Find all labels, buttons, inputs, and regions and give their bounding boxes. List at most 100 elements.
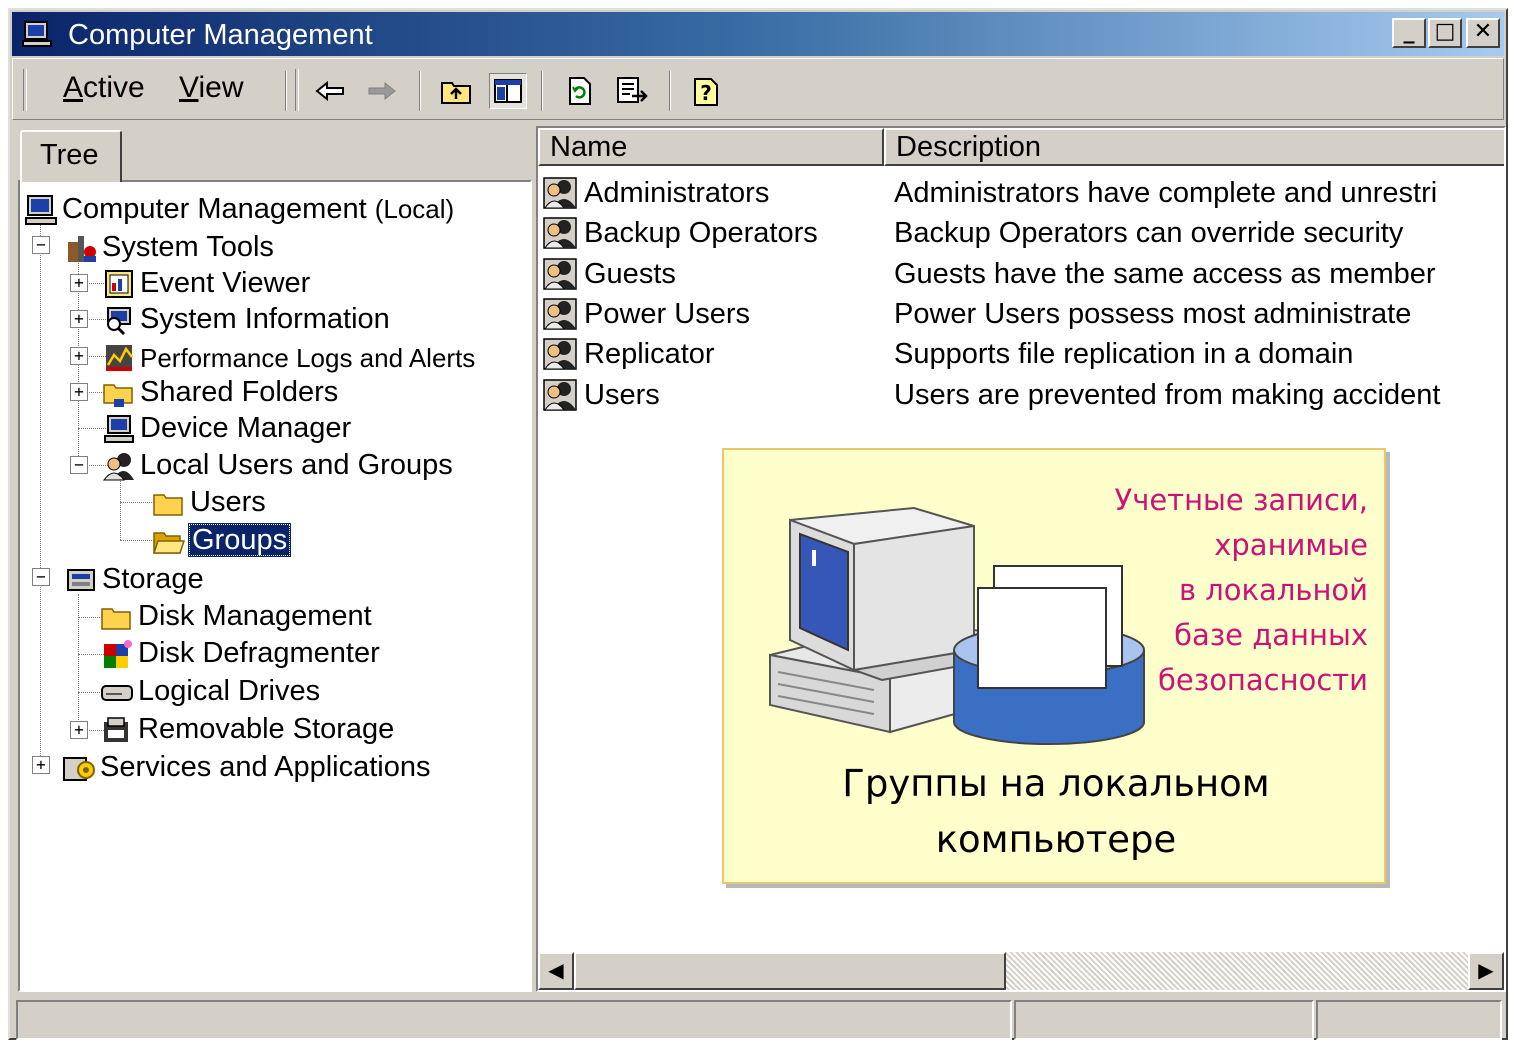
refresh-button[interactable] [561,73,599,109]
refresh-icon [569,77,591,105]
group-icon [543,217,577,249]
callout-note-line: безопасности [1158,663,1368,697]
column-header-name[interactable]: Name [538,128,884,166]
storage-icon [67,569,95,591]
back-button[interactable] [311,73,349,109]
status-bar-main [16,1000,1012,1040]
callout-caption-line: компьютере [935,818,1177,861]
services-applications-icon [63,757,95,781]
list-item[interactable]: Users Users are prevented from making acc… [538,376,1504,416]
tree-label: Computer Management (Local) [62,192,454,226]
collapse-toggle[interactable]: − [32,236,50,254]
group-name: Users [584,379,660,411]
svg-text:?: ? [700,81,712,105]
folder-icon [153,494,183,516]
toolbar-grip[interactable] [295,69,299,111]
tree-label: Disk Management [138,600,372,632]
maximize-button[interactable]: □ [1428,18,1462,48]
menu-action-rest: ctive [83,71,145,104]
tree-label-suffix: (Local) [374,194,455,224]
tree-connector [78,594,79,730]
group-description: Backup Operators can override security [894,217,1404,249]
device-manager-icon [104,415,134,443]
local-users-groups-icon [103,453,134,481]
scroll-left-button[interactable]: ◀ [538,952,574,990]
computer-icon [22,21,52,47]
list-item[interactable]: Power Users Power Users possess most admi… [538,295,1504,335]
title-bar[interactable]: Computer Management _ □ ✕ [12,12,1504,56]
menu-view[interactable]: View [179,71,243,105]
list-item[interactable]: Guests Guests have the same access as mem… [538,255,1504,295]
computer-icon [25,195,57,225]
export-list-button[interactable] [613,73,651,109]
group-name: Power Users [584,298,750,330]
open-folder-icon [152,532,186,554]
group-icon [543,338,577,370]
tree-label-selected: Groups [188,523,292,557]
callout-caption-line: Группы на локальном [842,762,1270,805]
expand-toggle[interactable]: + [70,347,88,365]
show-hide-tree-icon [494,79,522,103]
group-name: Guests [584,258,676,290]
column-header-description[interactable]: Description [884,128,1504,166]
callout-note: Учетные записи, хранимые в локальной баз… [1078,478,1368,703]
group-description: Guests have the same access as member [894,258,1436,290]
tree-label: Logical Drives [138,675,321,707]
scroll-left-arrow-icon: ◀ [548,958,564,982]
group-name: Backup Operators [584,217,818,249]
tab-tree[interactable]: Tree [20,130,122,182]
collapse-toggle[interactable]: − [32,568,50,586]
list-item[interactable]: Replicator Supports file replication in a… [538,335,1504,375]
collapse-toggle[interactable]: − [70,456,88,474]
callout-note-line: хранимые [1214,528,1368,562]
menu-action[interactable]: Active [63,71,145,105]
tree-label: Device Manager [140,412,352,444]
expand-toggle[interactable]: + [70,274,88,292]
tree-label: System Tools [102,231,274,263]
callout-note-line: базе данных [1174,618,1368,652]
group-description: Administrators have complete and unrestr… [894,177,1438,209]
close-button[interactable]: ✕ [1466,18,1500,48]
scrollbar-thumb[interactable] [574,952,1006,990]
group-icon [543,298,577,330]
menu-toolbar: Active View ? [12,58,1504,120]
expand-toggle[interactable]: + [70,383,88,401]
tree-label: Removable Storage [138,713,395,745]
tree-label: Event Viewer [140,267,311,299]
show-hide-tree-button[interactable] [489,73,527,109]
back-arrow-icon [315,81,344,101]
disk-management-icon [101,608,131,630]
scroll-right-button[interactable]: ▶ [1468,952,1504,990]
expand-toggle[interactable]: + [70,310,88,328]
export-list-icon [617,77,648,103]
help-icon: ? [694,78,718,106]
forward-arrow-icon [368,81,396,101]
group-name: Replicator [584,338,715,370]
group-icon [543,379,577,411]
tree-label: Services and Applications [100,751,431,783]
explanation-callout: Учетные записи, хранимые в локальной баз… [722,448,1386,884]
tree-label: Disk Defragmenter [138,637,380,669]
group-name: Administrators [584,177,770,209]
status-bar-section [1014,1000,1314,1040]
system-information-icon [107,307,131,336]
toolbar-grip[interactable] [23,69,27,111]
group-description: Supports file replication in a domain [894,338,1354,370]
horizontal-scrollbar[interactable]: ◀ ▶ [538,952,1504,990]
minimize-button[interactable]: _ [1392,18,1426,48]
tree-label: Users [190,486,266,518]
up-one-level-button[interactable] [437,73,475,109]
logical-drive-icon [101,685,133,701]
scroll-right-arrow-icon: ▶ [1478,958,1494,982]
expand-toggle[interactable]: + [32,756,50,774]
expand-toggle[interactable]: + [70,721,88,739]
list-item[interactable]: Administrators Administrators have comple… [538,174,1504,214]
list-item[interactable]: Backup Operators Backup Operators can ove… [538,214,1504,254]
forward-button[interactable] [363,73,401,109]
toolbar-separator [541,71,543,111]
help-button[interactable]: ? [687,73,725,109]
console-tree: − + + + + − − + + Computer Management (L… [18,180,532,992]
tree-label-main: Computer Management [62,193,367,225]
menu-view-accesskey: V [179,71,199,104]
menu-view-rest: iew [198,71,244,104]
